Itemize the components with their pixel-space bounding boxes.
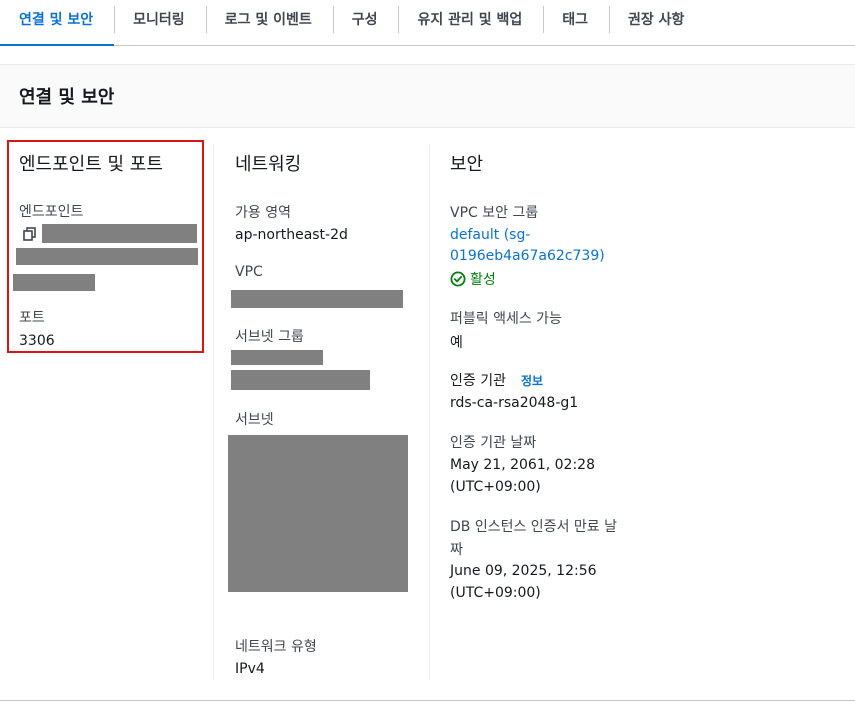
ca-label: 인증 기관 <box>450 373 506 389</box>
tab-configuration[interactable]: 구성 <box>332 0 399 45</box>
ca-date-label: 인증 기관 날짜 <box>450 435 537 451</box>
vpc-label: VPC <box>235 264 263 280</box>
tab-maintenance-backups[interactable]: 유지 관리 및 백업 <box>398 0 543 45</box>
subnets-label: 서브넷 <box>235 412 274 428</box>
bottom-border <box>0 700 855 701</box>
endpoint-redacted-3 <box>13 274 95 291</box>
cert-expiry-line2: (UTC+09:00) <box>450 585 541 601</box>
networking-heading: 네트워킹 <box>235 154 302 175</box>
endpoint-redacted-1 <box>42 224 197 243</box>
tab-tags[interactable]: 태그 <box>543 0 609 45</box>
az-value: ap-northeast-2d <box>235 227 348 243</box>
copy-icon[interactable] <box>22 226 38 242</box>
cert-expiry-line1: June 09, 2025, 12:56 <box>450 563 597 579</box>
ca-date-line2: (UTC+09:00) <box>450 479 541 495</box>
tab-bar: 연결 및 보안 모니터링 로그 및 이벤트 구성 유지 관리 및 백업 태그 권… <box>0 0 855 46</box>
security-group-status: 활성 <box>450 269 496 289</box>
network-type-label: 네트워크 유형 <box>235 639 317 655</box>
section-header: 연결 및 보안 <box>0 64 855 128</box>
column-divider-2 <box>429 145 430 680</box>
ca-info-link[interactable]: 정보 <box>521 372 543 389</box>
network-type-value: IPv4 <box>235 661 265 677</box>
subnets-redacted <box>228 435 408 592</box>
endpoint-redacted-2 <box>16 248 198 265</box>
ca-value: rds-ca-rsa2048-g1 <box>450 395 579 411</box>
security-group-link-line1[interactable]: default (sg- <box>450 227 530 243</box>
tab-connectivity-security[interactable]: 연결 및 보안 <box>0 0 115 46</box>
subnet-group-redacted-1 <box>231 350 323 365</box>
vpc-redacted <box>231 290 403 308</box>
public-access-value: 예 <box>450 335 463 351</box>
port-value: 3306 <box>19 333 55 349</box>
column-divider-1 <box>213 145 214 680</box>
security-group-link-line2[interactable]: 0196eb4a67a62c739) <box>450 248 605 264</box>
tab-monitoring[interactable]: 모니터링 <box>114 0 206 45</box>
az-label: 가용 영역 <box>235 205 291 221</box>
security-group-label: VPC 보안 그룹 <box>450 205 539 221</box>
port-label: 포트 <box>19 310 45 326</box>
ca-date-line1: May 21, 2061, 02:28 <box>450 457 595 473</box>
tab-logs-events[interactable]: 로그 및 이벤트 <box>205 0 333 45</box>
cert-expiry-label-line1: DB 인스턴스 인증서 만료 날 <box>450 519 617 535</box>
subnet-group-redacted-2 <box>231 370 370 390</box>
endpoint-port-heading: 엔드포인트 및 포트 <box>19 154 163 175</box>
section-title: 연결 및 보안 <box>19 87 115 108</box>
status-text: 활성 <box>470 272 496 288</box>
endpoint-label: 엔드포인트 <box>19 204 84 220</box>
cert-expiry-label-line2: 짜 <box>450 542 463 558</box>
security-heading: 보안 <box>450 154 484 175</box>
public-access-label: 퍼블릭 액세스 가능 <box>450 311 562 327</box>
tab-recommendations[interactable]: 권장 사항 <box>609 0 705 45</box>
subnet-group-label: 서브넷 그룹 <box>235 329 304 345</box>
check-circle-icon <box>450 271 466 287</box>
